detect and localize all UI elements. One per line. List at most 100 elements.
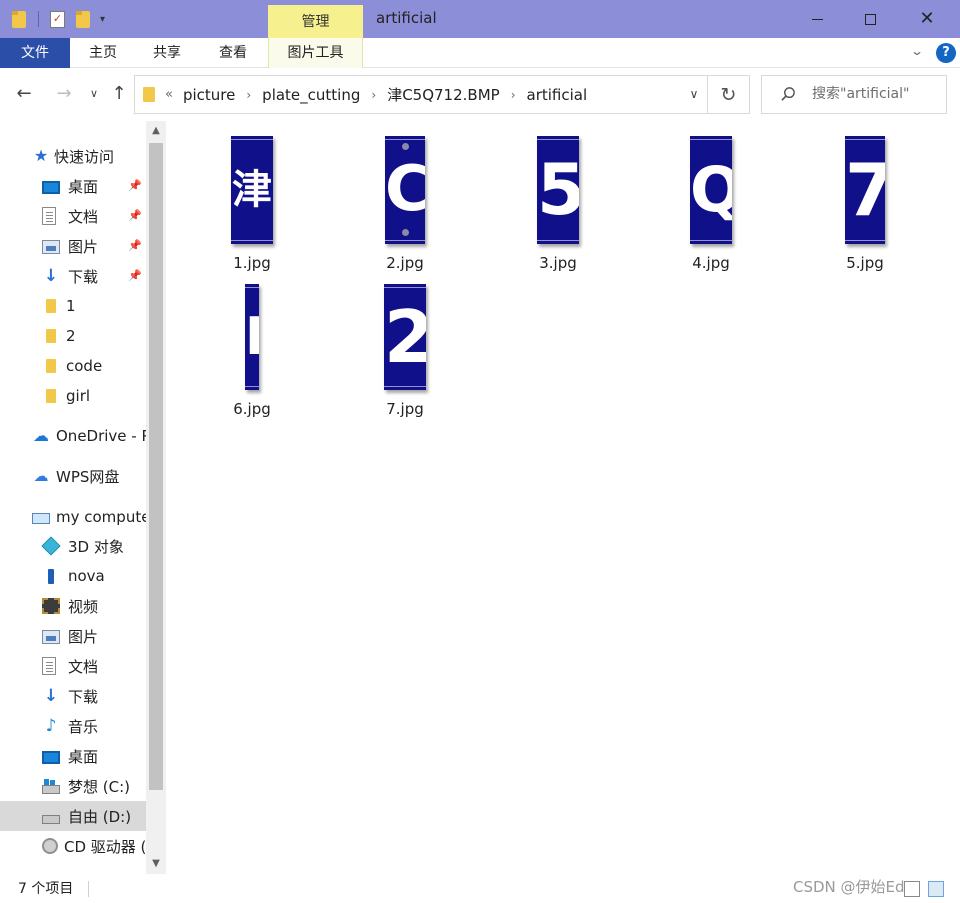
breadcrumb-bmp[interactable]: 津C5Q712.BMP xyxy=(387,84,500,105)
breadcrumb-picture[interactable]: picture xyxy=(183,86,235,104)
file-tile[interactable]: C 2.jpg xyxy=(353,136,457,272)
sidebar-item-label: 桌面 xyxy=(68,747,99,766)
picture-icon xyxy=(42,240,60,254)
file-thumbnail: 5 xyxy=(537,136,579,244)
sidebar-item-pictures-pc[interactable]: 图片 xyxy=(0,621,146,651)
sidebar-item-folder-1[interactable]: 1 xyxy=(0,291,146,321)
sidebar-item-videos[interactable]: 视频 xyxy=(0,591,146,621)
sidebar-item-label: WPS网盘 xyxy=(56,467,120,486)
recent-locations-chevron-icon[interactable]: ∨ xyxy=(82,81,106,107)
sidebar-item-documents[interactable]: 文档 📌 xyxy=(0,201,146,231)
properties-icon[interactable]: ✓ xyxy=(50,8,65,30)
details-view-icon[interactable] xyxy=(904,881,920,897)
file-name: 2.jpg xyxy=(386,254,424,272)
tab-view[interactable]: 查看 xyxy=(212,38,254,68)
tab-home[interactable]: 主页 xyxy=(82,38,124,68)
scroll-down-arrow-icon[interactable]: ▼ xyxy=(146,854,166,874)
expand-ribbon-chevron-icon[interactable]: ⌄ xyxy=(910,44,924,58)
tab-file[interactable]: 文件 xyxy=(0,38,70,68)
sidebar-item-3d-objects[interactable]: 3D 对象 xyxy=(0,531,146,561)
breadcrumb-chevron-icon[interactable]: › xyxy=(246,88,251,102)
breadcrumb-artificial[interactable]: artificial xyxy=(527,86,588,104)
sidebar-item-pictures[interactable]: 图片 📌 xyxy=(0,231,146,261)
file-thumbnail: C xyxy=(385,136,425,244)
phone-icon xyxy=(48,568,54,584)
sidebar-item-desktop-pc[interactable]: 桌面 xyxy=(0,741,146,771)
customize-toolbar-icon[interactable]: ▾ xyxy=(100,8,105,30)
maximize-icon xyxy=(864,13,876,25)
breadcrumb-chevron-icon[interactable]: › xyxy=(511,88,516,102)
sidebar-item-label: 梦想 (C:) xyxy=(68,777,130,796)
minimize-button[interactable] xyxy=(790,0,844,38)
tab-picture-tools[interactable]: 图片工具 xyxy=(268,38,363,68)
sidebar-item-downloads[interactable]: ↓ 下载 📌 xyxy=(0,261,146,291)
sidebar-item-folder-code[interactable]: code xyxy=(0,351,146,381)
watermark-text: CSDN @伊始Ed xyxy=(793,878,905,896)
rivet-icon xyxy=(402,229,409,236)
folder-icon xyxy=(46,389,56,403)
sidebar-item-folder-girl[interactable]: girl xyxy=(0,381,146,411)
file-tile[interactable]: 2 7.jpg xyxy=(353,284,457,418)
breadcrumb-chevron-icon[interactable]: › xyxy=(371,88,376,102)
address-bar[interactable]: « picture › plate_cutting › 津C5Q712.BMP … xyxy=(134,75,708,114)
sidebar-item-label: CD 驱动器 ( xyxy=(64,837,146,856)
sidebar-item-label: 快速访问 xyxy=(54,147,115,166)
refresh-icon[interactable]: ↻ xyxy=(708,75,750,114)
file-name: 6.jpg xyxy=(233,400,271,418)
minimize-icon xyxy=(811,18,823,20)
sidebar-item-computer[interactable]: my compute xyxy=(0,502,146,532)
pin-icon: 📌 xyxy=(128,179,142,192)
windows-drive-icon xyxy=(42,779,60,794)
address-dropdown-chevron-icon[interactable]: ∨ xyxy=(683,76,705,113)
sidebar-item-desktop[interactable]: 桌面 📌 xyxy=(0,171,146,201)
sidebar-item-wps[interactable]: ☁ WPS网盘 xyxy=(0,461,146,491)
file-tile[interactable]: 7 5.jpg xyxy=(813,136,917,272)
new-folder-icon[interactable] xyxy=(76,8,90,30)
forward-arrow-icon[interactable]: → xyxy=(52,81,76,107)
sidebar-item-cd-drive[interactable]: CD 驱动器 ( xyxy=(0,831,146,861)
large-icons-view-icon[interactable] xyxy=(928,881,944,897)
quick-access-separator xyxy=(38,8,39,30)
file-name: 3.jpg xyxy=(539,254,577,272)
search-input[interactable]: 搜索"artificial" xyxy=(761,75,947,114)
pin-icon: 📌 xyxy=(128,269,142,282)
navigation-bar: ← → ∨ ↑ « picture › plate_cutting › 津C5Q… xyxy=(0,69,960,121)
sidebar-item-quick-access[interactable]: ★ 快速访问 xyxy=(0,141,146,171)
overflow-crumbs-icon[interactable]: « xyxy=(165,87,173,102)
breadcrumb-plate-cutting[interactable]: plate_cutting xyxy=(262,86,360,104)
scroll-up-arrow-icon[interactable]: ▲ xyxy=(146,121,166,141)
sidebar-item-drive-d[interactable]: 自由 (D:) xyxy=(0,801,146,831)
file-tile[interactable]: Q 4.jpg xyxy=(659,136,763,272)
status-bar: 7 个项目 CSDN @伊始Ed xyxy=(0,874,960,903)
sidebar-item-documents-pc[interactable]: 文档 xyxy=(0,651,146,681)
help-icon[interactable]: ? xyxy=(936,43,956,63)
file-tile[interactable]: 5 3.jpg xyxy=(506,136,610,272)
sidebar-scrollbar[interactable]: ▲ ▼ xyxy=(146,121,166,874)
document-icon xyxy=(42,657,56,675)
sidebar-item-onedrive[interactable]: ☁ OneDrive - P xyxy=(0,421,146,451)
tab-share[interactable]: 共享 xyxy=(146,38,188,68)
file-tile[interactable]: 津 1.jpg xyxy=(200,136,304,272)
folder-icon xyxy=(143,87,155,102)
music-icon: ♪ xyxy=(45,716,57,736)
sidebar-item-folder-2[interactable]: 2 xyxy=(0,321,146,351)
quick-access-folder-icon[interactable] xyxy=(12,8,26,30)
sidebar-item-downloads-pc[interactable]: ↓ 下载 xyxy=(0,681,146,711)
file-tile[interactable]: I 6.jpg xyxy=(200,284,304,418)
wps-cloud-icon: ☁ xyxy=(33,467,49,485)
download-icon: ↓ xyxy=(43,266,59,286)
close-button[interactable]: ✕ xyxy=(900,0,954,38)
sidebar-item-drive-c[interactable]: 梦想 (C:) xyxy=(0,771,146,801)
up-arrow-icon[interactable]: ↑ xyxy=(107,81,131,107)
sidebar-item-label: code xyxy=(66,357,103,375)
maximize-button[interactable] xyxy=(843,0,897,38)
back-arrow-icon[interactable]: ← xyxy=(12,81,36,107)
sidebar-item-label: 下载 xyxy=(68,267,99,286)
sidebar-item-music[interactable]: ♪ 音乐 xyxy=(0,711,146,741)
sidebar-item-label: 文档 xyxy=(68,207,99,226)
sidebar-item-nova[interactable]: nova xyxy=(0,561,146,591)
sidebar-item-label: 自由 (D:) xyxy=(68,807,132,826)
scrollbar-thumb[interactable] xyxy=(149,143,163,790)
computer-icon xyxy=(32,513,50,524)
manage-context-tab[interactable]: 管理 xyxy=(268,5,363,38)
